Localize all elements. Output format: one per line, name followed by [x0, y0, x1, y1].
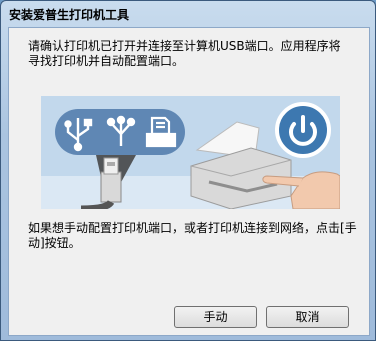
dialog-window: 安装爱普生打印机工具 请确认打印机已打开并连接至计算机USB端口。应用程序将寻找… [0, 0, 376, 341]
manual-config-text: 如果想手动配置打印机端口，或者打印机连接到网络，点击[手动]按钮。 [28, 221, 357, 250]
instruction-text: 请确认打印机已打开并连接至计算机USB端口。应用程序将寻找打印机并自动配置端口。 [28, 39, 341, 68]
illustration-graphic [41, 96, 340, 209]
connection-icons-pill [55, 109, 185, 155]
dialog-body: 请确认打印机已打开并连接至计算机USB端口。应用程序将寻找打印机并自动配置端口。 [8, 27, 370, 336]
manual-button[interactable]: 手动 [174, 306, 257, 328]
power-icon [275, 102, 331, 158]
title-bar[interactable]: 安装爱普生打印机工具 [1, 1, 375, 25]
connection-illustration [41, 96, 340, 209]
window-title: 安装爱普生打印机工具 [9, 8, 130, 22]
cancel-button[interactable]: 取消 [266, 306, 349, 328]
